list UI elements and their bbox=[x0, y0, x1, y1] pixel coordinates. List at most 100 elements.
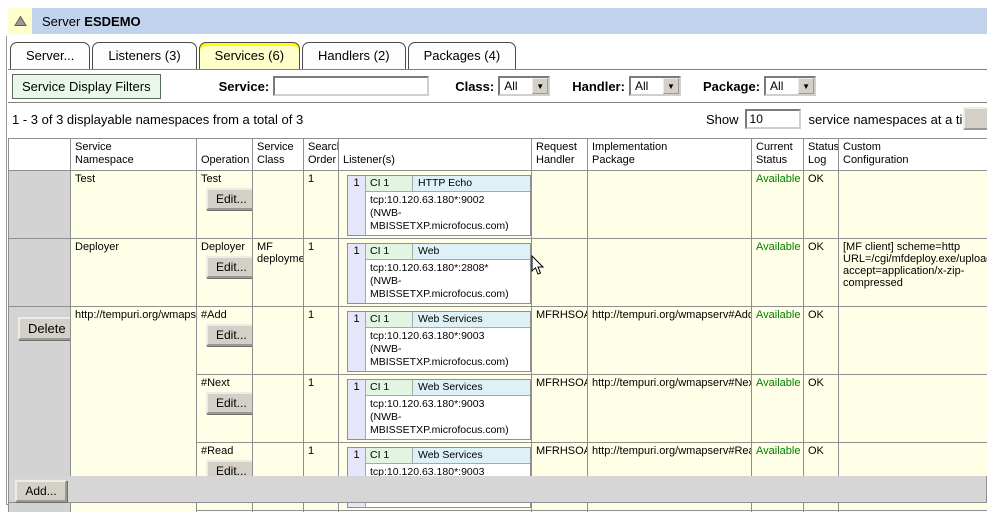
listener-address: tcp:10.120.63.180*:9002 bbox=[370, 194, 526, 207]
tab-handlers[interactable]: Handlers (2) bbox=[302, 42, 406, 69]
listener-box: 1 CI 1 Web Services tcp:10.120.63.180*:9… bbox=[347, 311, 531, 372]
listener-host: (NWB-MBISSETXP.microfocus.com) bbox=[370, 411, 526, 437]
edit-button[interactable]: Edit... bbox=[206, 324, 253, 346]
services-table: ServiceNamespace Operation ServiceClass … bbox=[8, 138, 987, 512]
table-row: Test Test Edit... 1 1 CI 1 HTTP Echo tc bbox=[9, 171, 987, 239]
tab-server[interactable]: Server... bbox=[10, 42, 90, 69]
listeners-cell: 1 CI 1 Web tcp:10.120.63.180*:2808* (NWB… bbox=[339, 239, 532, 307]
col-header-search-order: SearchOrder bbox=[304, 139, 339, 171]
listener-group: CI 1 bbox=[366, 312, 413, 327]
filter-panel-label: Service Display Filters bbox=[12, 74, 161, 99]
listener-host: (NWB-MBISSETXP.microfocus.com) bbox=[370, 275, 526, 301]
listener-name: Web Services bbox=[413, 380, 530, 395]
listener-name: HTTP Echo bbox=[413, 176, 530, 191]
table-header-row: ServiceNamespace Operation ServiceClass … bbox=[9, 139, 987, 171]
collapse-toggle[interactable] bbox=[8, 8, 32, 34]
col-header-custom-configuration: CustomConfiguration bbox=[839, 139, 987, 171]
col-header-current-status: CurrentStatus bbox=[752, 139, 804, 171]
listener-index: 1 bbox=[348, 176, 366, 235]
request-handler-cell: MFRHSOAP bbox=[532, 307, 588, 375]
listener-group: CI 1 bbox=[366, 448, 413, 463]
implementation-package-cell bbox=[588, 239, 752, 307]
col-header-listeners: Listener(s) bbox=[339, 139, 532, 171]
listener-group: CI 1 bbox=[366, 380, 413, 395]
service-class-cell bbox=[253, 171, 304, 239]
col-header-service-class: ServiceClass bbox=[253, 139, 304, 171]
listener-host: (NWB-MBISSETXP.microfocus.com) bbox=[370, 207, 526, 233]
status-log-cell: OK bbox=[804, 239, 839, 307]
custom-configuration-cell bbox=[839, 307, 987, 375]
operation-cell: #Next Edit... bbox=[197, 375, 253, 443]
service-namespace-cell: Test bbox=[71, 171, 197, 239]
edit-button[interactable]: Edit... bbox=[206, 188, 253, 210]
show-count-group: Show service namespaces at a time bbox=[706, 109, 981, 129]
col-header-status-log: StatusLog bbox=[804, 139, 839, 171]
server-title-prefix: Server bbox=[42, 14, 80, 29]
listeners-cell: 1 CI 1 HTTP Echo tcp:10.120.63.180*:9002… bbox=[339, 171, 532, 239]
server-title: Server ESDEMO bbox=[32, 8, 987, 34]
listener-box: 1 CI 1 HTTP Echo tcp:10.120.63.180*:9002… bbox=[347, 175, 531, 236]
status-log-cell: OK bbox=[804, 375, 839, 443]
operation-name: #Next bbox=[201, 377, 230, 389]
listener-box: 1 CI 1 Web Services tcp:10.120.63.180*:9… bbox=[347, 379, 531, 440]
namespace-count-summary: 1 - 3 of 3 displayable namespaces from a… bbox=[12, 112, 303, 127]
listener-box: 1 CI 1 Web tcp:10.120.63.180*:2808* (NWB… bbox=[347, 243, 531, 304]
custom-configuration-cell: [MF client] scheme=http URL=/cgi/mfdeplo… bbox=[839, 239, 987, 307]
show-count-input[interactable] bbox=[745, 109, 801, 129]
handler-filter-label: Handler: bbox=[572, 79, 625, 94]
listener-host: (NWB-MBISSETXP.microfocus.com) bbox=[370, 343, 526, 369]
service-namespace-cell: Deployer bbox=[71, 239, 197, 307]
show-label: Show bbox=[706, 112, 739, 127]
listener-group: CI 1 bbox=[366, 176, 413, 191]
tab-services[interactable]: Services (6) bbox=[199, 42, 300, 69]
title-bar: Server ESDEMO bbox=[8, 8, 987, 34]
listener-index: 1 bbox=[348, 380, 366, 439]
handler-filter-select[interactable]: All ▼ bbox=[629, 76, 681, 96]
request-handler-cell bbox=[532, 171, 588, 239]
status-log-cell: OK bbox=[804, 307, 839, 375]
filter-bar: Service Display Filters Service: Class: … bbox=[8, 69, 987, 103]
operation-name: #Add bbox=[201, 309, 227, 321]
operation-cell: Test Edit... bbox=[197, 171, 253, 239]
listener-index: 1 bbox=[348, 312, 366, 371]
current-status-cell: Available bbox=[752, 171, 804, 239]
server-name: ESDEMO bbox=[84, 14, 140, 29]
col-header-implementation-package: ImplementationPackage bbox=[588, 139, 752, 171]
listener-address: tcp:10.120.63.180*:9003 bbox=[370, 330, 526, 343]
custom-configuration-cell bbox=[839, 171, 987, 239]
class-filter-select[interactable]: All ▼ bbox=[498, 76, 550, 96]
edit-button[interactable]: Edit... bbox=[206, 392, 253, 414]
service-class-cell: MF deployment bbox=[253, 239, 304, 307]
implementation-package-cell bbox=[588, 171, 752, 239]
service-filter-label: Service: bbox=[219, 79, 270, 94]
implementation-package-cell: http://tempuri.org/wmapserv#Next bbox=[588, 375, 752, 443]
row-actions-cell bbox=[9, 239, 71, 307]
tab-packages[interactable]: Packages (4) bbox=[408, 42, 517, 69]
service-filter-input[interactable] bbox=[273, 76, 429, 96]
chevron-down-icon: ▼ bbox=[532, 78, 548, 94]
listener-address: tcp:10.120.63.180*:2808* bbox=[370, 262, 526, 275]
operation-cell: Deployer Edit... bbox=[197, 239, 253, 307]
edit-button[interactable]: Edit... bbox=[206, 256, 253, 278]
operation-name: Deployer bbox=[201, 241, 245, 253]
pagination-row: 1 - 3 of 3 displayable namespaces from a… bbox=[8, 103, 987, 137]
delete-button[interactable]: Delete bbox=[18, 317, 71, 340]
custom-configuration-cell bbox=[839, 375, 987, 443]
package-filter-label: Package: bbox=[703, 79, 760, 94]
handler-filter-value: All bbox=[631, 79, 663, 93]
col-header-request-handler: RequestHandler bbox=[532, 139, 588, 171]
add-button[interactable]: Add... bbox=[15, 480, 67, 502]
apply-show-button[interactable] bbox=[963, 107, 987, 130]
request-handler-cell: MFRHSOAP bbox=[532, 375, 588, 443]
tab-listeners[interactable]: Listeners (3) bbox=[92, 42, 196, 69]
listener-index: 1 bbox=[348, 244, 366, 303]
show-suffix: service namespaces at a time bbox=[809, 112, 981, 127]
request-handler-cell bbox=[532, 239, 588, 307]
package-filter-select[interactable]: All ▼ bbox=[764, 76, 816, 96]
listener-name: Web Services bbox=[413, 312, 530, 327]
package-filter-value: All bbox=[766, 79, 798, 93]
operation-name: Test bbox=[201, 173, 221, 185]
tab-bar: Server... Listeners (3) Services (6) Han… bbox=[10, 42, 516, 69]
listener-address: tcp:10.120.63.180*:9003 bbox=[370, 398, 526, 411]
service-class-cell bbox=[253, 375, 304, 443]
